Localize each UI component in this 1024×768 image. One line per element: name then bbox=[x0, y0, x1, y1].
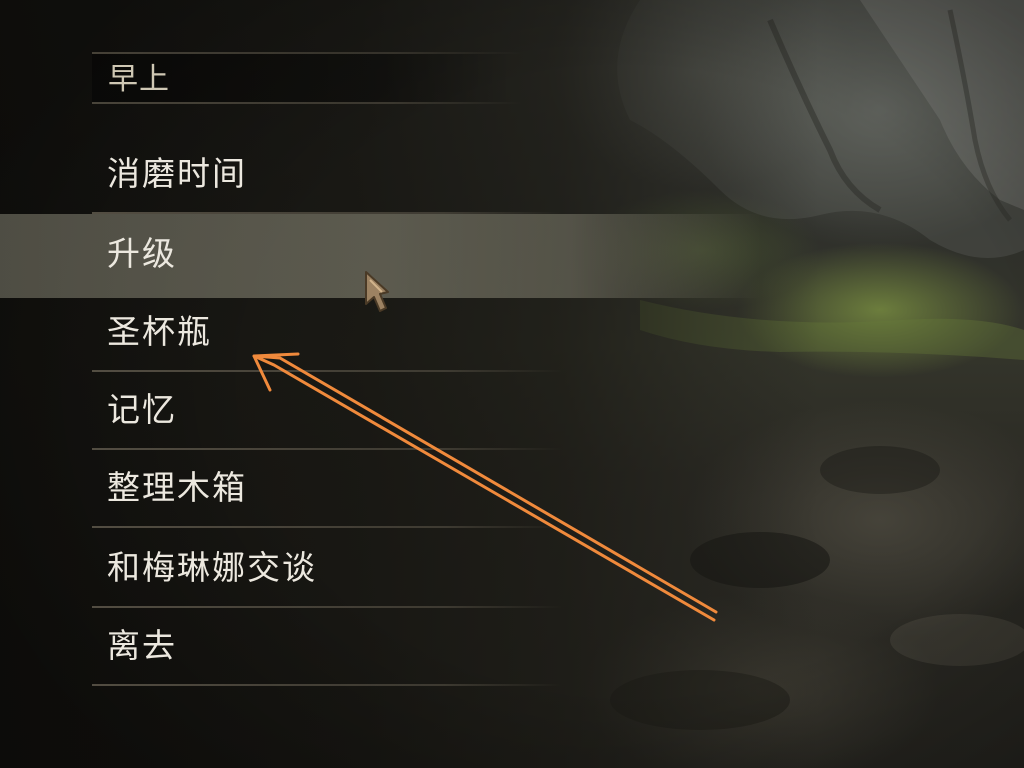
menu-item-level-up[interactable]: 升级 bbox=[92, 218, 562, 290]
menu-divider bbox=[92, 684, 562, 686]
menu-item-label: 圣杯瓶 bbox=[107, 312, 212, 351]
menu-item-label: 和梅琳娜交谈 bbox=[107, 548, 317, 587]
menu-divider bbox=[92, 212, 562, 214]
menu-item-sort-chest[interactable]: 整理木箱 bbox=[92, 452, 562, 528]
menu-item-label: 整理木箱 bbox=[107, 468, 247, 507]
menu-divider bbox=[92, 370, 562, 372]
menu-divider bbox=[92, 606, 562, 608]
menu-divider bbox=[92, 448, 562, 450]
menu-item-label: 记忆 bbox=[107, 390, 177, 429]
menu-item-flasks[interactable]: 圣杯瓶 bbox=[92, 296, 562, 372]
menu-item-leave[interactable]: 离去 bbox=[92, 610, 562, 686]
menu-item-memorize[interactable]: 记忆 bbox=[92, 374, 562, 450]
site-of-grace-menu: 消磨时间 升级 圣杯瓶 记忆 整理木箱 和梅琳娜交谈 离去 bbox=[0, 0, 1024, 768]
menu-item-label: 消磨时间 bbox=[107, 154, 247, 193]
menu-divider bbox=[92, 526, 562, 528]
menu-item-pass-time[interactable]: 消磨时间 bbox=[92, 138, 562, 214]
game-scene: 早上 消磨时间 升级 圣杯瓶 记忆 整理木箱 和梅琳娜交谈 离去 bbox=[0, 0, 1024, 768]
gauntlet-cursor-icon bbox=[365, 271, 389, 312]
menu-item-talk-to-melina[interactable]: 和梅琳娜交谈 bbox=[92, 532, 562, 608]
menu-item-label: 升级 bbox=[107, 234, 177, 273]
menu-item-label: 离去 bbox=[107, 626, 177, 665]
